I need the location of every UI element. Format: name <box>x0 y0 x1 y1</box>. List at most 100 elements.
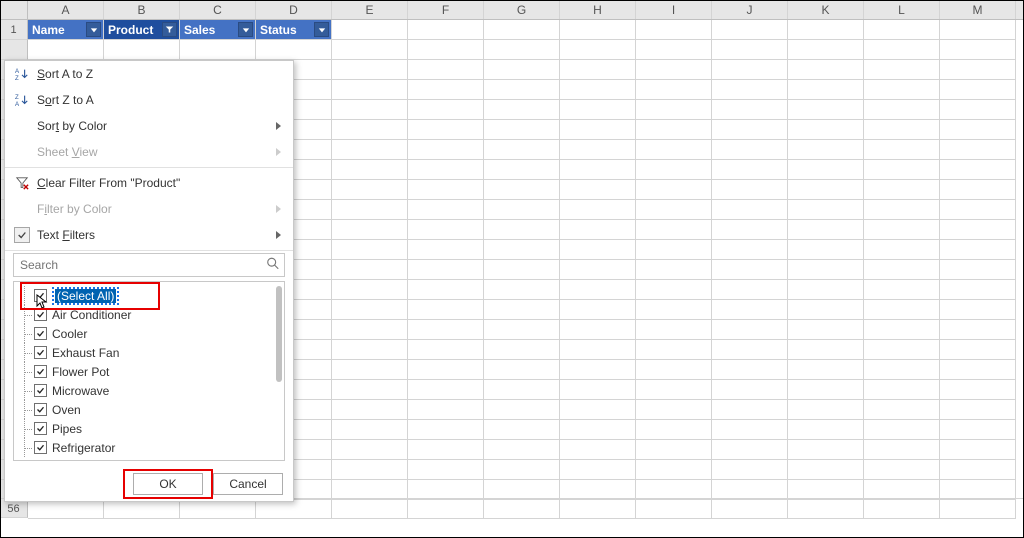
empty-cell[interactable] <box>636 180 712 200</box>
empty-cell[interactable] <box>940 20 1016 40</box>
empty-cell[interactable] <box>28 40 104 60</box>
empty-cell[interactable] <box>940 280 1016 300</box>
empty-cell[interactable] <box>864 20 940 40</box>
empty-cell[interactable] <box>484 320 560 340</box>
filter-value-item[interactable]: Oven <box>18 400 284 419</box>
empty-cell[interactable] <box>332 180 408 200</box>
empty-cell[interactable] <box>788 60 864 80</box>
col-header[interactable]: D <box>256 0 332 19</box>
filter-dropdown-icon[interactable] <box>238 22 253 37</box>
empty-cell[interactable] <box>788 260 864 280</box>
empty-cell[interactable] <box>864 280 940 300</box>
empty-cell[interactable] <box>712 420 788 440</box>
empty-cell[interactable] <box>332 460 408 480</box>
empty-cell[interactable] <box>484 300 560 320</box>
empty-cell[interactable] <box>560 180 636 200</box>
col-header[interactable]: F <box>408 0 484 19</box>
empty-cell[interactable] <box>788 40 864 60</box>
filter-dropdown-icon[interactable] <box>314 22 329 37</box>
empty-cell[interactable] <box>940 499 1016 519</box>
empty-cell[interactable] <box>636 20 712 40</box>
menu-sort-za[interactable]: Z A Sort Z to A <box>5 87 293 113</box>
checkbox-icon[interactable] <box>34 441 47 454</box>
empty-cell[interactable] <box>712 480 788 500</box>
row-number[interactable] <box>0 40 28 60</box>
empty-cell[interactable] <box>560 160 636 180</box>
empty-cell[interactable] <box>560 460 636 480</box>
empty-cell[interactable] <box>560 260 636 280</box>
empty-cell[interactable] <box>712 300 788 320</box>
empty-cell[interactable] <box>484 20 560 40</box>
header-cell-sales[interactable]: Sales <box>180 20 256 40</box>
empty-cell[interactable] <box>636 499 712 519</box>
empty-cell[interactable] <box>408 180 484 200</box>
empty-cell[interactable] <box>940 440 1016 460</box>
empty-cell[interactable] <box>560 480 636 500</box>
empty-cell[interactable] <box>180 40 256 60</box>
header-cell-product[interactable]: Product <box>104 20 180 40</box>
search-input[interactable] <box>14 254 284 276</box>
empty-cell[interactable] <box>484 440 560 460</box>
empty-cell[interactable] <box>560 40 636 60</box>
empty-cell[interactable] <box>712 20 788 40</box>
empty-cell[interactable] <box>560 280 636 300</box>
empty-cell[interactable] <box>940 360 1016 380</box>
menu-clear-filter[interactable]: Clear Filter From "Product" <box>5 170 293 196</box>
empty-cell[interactable] <box>712 460 788 480</box>
col-header[interactable]: B <box>104 0 180 19</box>
empty-cell[interactable] <box>484 80 560 100</box>
empty-cell[interactable] <box>712 240 788 260</box>
empty-cell[interactable] <box>788 160 864 180</box>
col-header[interactable]: E <box>332 0 408 19</box>
empty-cell[interactable] <box>408 380 484 400</box>
empty-cell[interactable] <box>484 100 560 120</box>
empty-cell[interactable] <box>560 360 636 380</box>
filter-value-item[interactable]: Cooler <box>18 324 284 343</box>
empty-cell[interactable] <box>712 80 788 100</box>
empty-cell[interactable] <box>484 340 560 360</box>
empty-cell[interactable] <box>712 220 788 240</box>
empty-cell[interactable] <box>636 480 712 500</box>
empty-cell[interactable] <box>332 200 408 220</box>
empty-cell[interactable] <box>408 260 484 280</box>
empty-cell[interactable] <box>940 240 1016 260</box>
empty-cell[interactable] <box>788 200 864 220</box>
filter-value-item[interactable]: Flower Pot <box>18 362 284 381</box>
empty-cell[interactable] <box>28 499 104 519</box>
empty-cell[interactable] <box>788 300 864 320</box>
empty-cell[interactable] <box>408 280 484 300</box>
empty-cell[interactable] <box>332 480 408 500</box>
menu-sort-az[interactable]: A Z Sort A to Z <box>5 61 293 87</box>
empty-cell[interactable] <box>712 100 788 120</box>
empty-cell[interactable] <box>560 100 636 120</box>
empty-cell[interactable] <box>332 320 408 340</box>
empty-cell[interactable] <box>560 340 636 360</box>
col-header[interactable]: A <box>28 0 104 19</box>
empty-cell[interactable] <box>788 120 864 140</box>
empty-cell[interactable] <box>712 499 788 519</box>
menu-text-filters[interactable]: Text Filters <box>5 222 293 248</box>
filter-value-item[interactable]: Pipes <box>18 419 284 438</box>
cancel-button[interactable]: Cancel <box>213 473 283 495</box>
empty-cell[interactable] <box>636 120 712 140</box>
empty-cell[interactable] <box>636 440 712 460</box>
empty-cell[interactable] <box>864 380 940 400</box>
empty-cell[interactable] <box>332 260 408 280</box>
empty-cell[interactable] <box>332 240 408 260</box>
empty-cell[interactable] <box>560 440 636 460</box>
empty-cell[interactable] <box>940 420 1016 440</box>
empty-cell[interactable] <box>636 100 712 120</box>
checkbox-icon[interactable] <box>34 422 47 435</box>
empty-cell[interactable] <box>788 360 864 380</box>
empty-cell[interactable] <box>788 220 864 240</box>
empty-cell[interactable] <box>408 440 484 460</box>
empty-cell[interactable] <box>864 180 940 200</box>
empty-cell[interactable] <box>712 400 788 420</box>
empty-cell[interactable] <box>864 80 940 100</box>
empty-cell[interactable] <box>408 240 484 260</box>
select-all-corner[interactable] <box>0 0 28 19</box>
empty-cell[interactable] <box>940 480 1016 500</box>
empty-cell[interactable] <box>408 160 484 180</box>
empty-cell[interactable] <box>864 160 940 180</box>
empty-cell[interactable] <box>408 200 484 220</box>
